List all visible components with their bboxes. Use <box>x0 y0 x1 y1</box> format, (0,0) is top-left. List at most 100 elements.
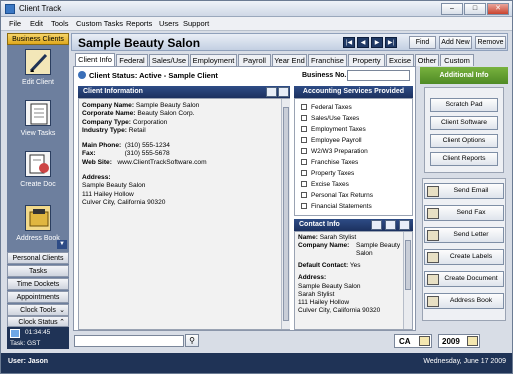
checkbox-employment-taxes[interactable]: Employment Taxes <box>301 126 366 133</box>
last-record-icon[interactable]: ▶| <box>385 37 397 48</box>
edit-icon <box>467 336 478 346</box>
status-bar: User: Jason Wednesday, June 17 2009 <box>1 353 512 373</box>
maximize-button[interactable]: □ <box>464 3 486 15</box>
tab-year-end[interactable]: Year End <box>272 54 307 66</box>
client-information-header: Client Information <box>78 86 290 98</box>
personal-clients-button[interactable]: Personal Clients <box>7 252 69 264</box>
checkbox-financial-statements[interactable]: Financial Statements <box>301 203 372 210</box>
checkbox-employee-payroll[interactable]: Employee Payroll <box>301 137 362 144</box>
address-book-icon <box>427 296 439 307</box>
chevron-down-icon[interactable]: ▼ <box>57 240 67 249</box>
add-new-button[interactable]: Add New <box>439 36 472 49</box>
state-selector[interactable]: CA <box>394 334 432 348</box>
send-fax-button[interactable]: Send Fax <box>424 205 504 221</box>
menu-reports[interactable]: Reports <box>126 19 152 28</box>
client-header: Sample Beauty Salon |◀ ◀ ▶ ▶| Find Add N… <box>71 33 508 51</box>
tab-sales-use[interactable]: Sales/Use <box>149 54 189 66</box>
app-icon <box>5 4 15 14</box>
find-button[interactable]: Find <box>409 36 436 49</box>
create-labels-button[interactable]: Create Labels <box>424 249 504 265</box>
contact-address-line-3: 111 Hailey Hollow <box>298 299 350 307</box>
industry-type-value: Retail <box>128 126 146 134</box>
close-button[interactable]: ✕ <box>487 3 509 15</box>
menu-file[interactable]: File <box>9 19 21 28</box>
tasks-button[interactable]: Tasks <box>7 265 69 277</box>
contact-info-scrollbar[interactable] <box>403 232 412 329</box>
edit-icon[interactable] <box>399 220 410 230</box>
checkbox-personal-tax-returns[interactable]: Personal Tax Returns <box>301 192 373 199</box>
business-clients-button[interactable]: Business Clients <box>7 33 69 45</box>
menu-tools[interactable]: Tools <box>51 19 69 28</box>
time-dockets-button[interactable]: Time Dockets <box>7 278 69 290</box>
menu-custom-tasks[interactable]: Custom Tasks <box>76 19 123 28</box>
checkbox-property-taxes[interactable]: Property Taxes <box>301 170 354 177</box>
year-selector[interactable]: 2009 <box>438 334 480 348</box>
business-no-input[interactable] <box>347 70 410 81</box>
client-options-button[interactable]: Client Options <box>430 134 498 148</box>
menu-support[interactable]: Support <box>183 19 209 28</box>
checkbox-federal-taxes[interactable]: Federal Taxes <box>301 104 352 111</box>
search-input[interactable] <box>74 335 184 347</box>
tab-property[interactable]: Property <box>348 54 385 66</box>
edit-icon[interactable] <box>278 87 289 97</box>
client-reports-button[interactable]: Client Reports <box>430 152 498 166</box>
contact-name-value: Sarah Stylist <box>319 234 357 241</box>
client-info-scrollbar[interactable] <box>281 99 290 329</box>
minimize-button[interactable]: – <box>441 3 463 15</box>
menu-users[interactable]: Users <box>159 19 179 28</box>
date-label: Wednesday, June 17 2009 <box>423 358 506 365</box>
send-email-button[interactable]: Send Email <box>424 183 504 199</box>
tab-franchise[interactable]: Franchise <box>308 54 347 66</box>
next-record-icon[interactable]: ▶ <box>371 37 383 48</box>
clock-status-label: Clock Status <box>18 319 58 326</box>
clock-tools-label: Clock Tools <box>20 307 56 314</box>
web-site-label: Web Site: <box>82 158 112 166</box>
accounting-services-header: Accounting Services Provided <box>294 86 413 98</box>
fax-icon <box>427 208 439 219</box>
tab-federal[interactable]: Federal <box>116 54 148 66</box>
tab-client-info[interactable]: Client Info <box>75 53 115 66</box>
tab-excise[interactable]: Excise <box>386 54 414 66</box>
tab-employment[interactable]: Employment <box>190 54 237 66</box>
search-icon[interactable]: ⚲ <box>185 334 199 347</box>
address-line-2: 111 Hailey Hollow <box>82 190 134 198</box>
clock-status-button[interactable]: Clock Status ⌃ <box>7 316 69 327</box>
appointments-button[interactable]: Appointments <box>7 291 69 303</box>
checkbox-w2w3-preparation[interactable]: W2/W3 Preparation <box>301 148 368 155</box>
edit-client-button[interactable]: Edit Client <box>9 49 67 86</box>
menu-edit[interactable]: Edit <box>30 19 43 28</box>
scratch-pad-button[interactable]: Scratch Pad <box>430 98 498 112</box>
first-record-icon[interactable]: |◀ <box>343 37 355 48</box>
client-status: Client Status: Active - Sample Client <box>89 71 218 80</box>
menu-bar: File Edit Tools Custom Tasks Reports Use… <box>1 17 512 31</box>
additional-info-header: Additional Info <box>420 67 508 84</box>
year-value: 2009 <box>442 337 460 346</box>
create-document-button[interactable]: Create Document <box>424 271 504 287</box>
send-letter-button[interactable]: Send Letter <box>424 227 504 243</box>
company-type-value: Corporation <box>132 118 168 126</box>
clock-tools-button[interactable]: Clock Tools ⌄ <box>7 304 69 316</box>
send-icon[interactable] <box>371 220 382 230</box>
contacts-icon[interactable] <box>385 220 396 230</box>
tab-custom[interactable]: Custom <box>440 54 474 66</box>
letter-icon <box>427 230 439 241</box>
scrollbar-thumb[interactable] <box>405 240 411 290</box>
pen-icon <box>25 49 51 75</box>
checkbox-excise-taxes[interactable]: Excise Taxes <box>301 181 349 188</box>
tab-other[interactable]: Other <box>415 54 439 66</box>
send-icon[interactable] <box>266 87 277 97</box>
address-book-nav-button[interactable]: Address Book <box>9 205 67 242</box>
remove-button[interactable]: Remove <box>475 36 506 49</box>
address-book-button[interactable]: Address Book <box>424 293 504 309</box>
scrollbar-thumb[interactable] <box>283 107 289 321</box>
checkbox-sales-use-taxes[interactable]: Sales/Use Taxes <box>301 115 359 122</box>
tab-payroll[interactable]: Payroll <box>238 54 271 66</box>
previous-record-icon[interactable]: ◀ <box>357 37 369 48</box>
view-tasks-button[interactable]: View Tasks <box>9 100 67 137</box>
create-doc-button[interactable]: Create Doc <box>9 151 67 188</box>
client-software-button[interactable]: Client Software <box>430 116 498 130</box>
checkbox-franchise-taxes[interactable]: Franchise Taxes <box>301 159 358 166</box>
web-site-value: www.ClientTrackSoftware.com <box>117 158 207 166</box>
state-value: CA <box>399 337 411 346</box>
contact-company-label: Company Name: <box>298 242 350 250</box>
